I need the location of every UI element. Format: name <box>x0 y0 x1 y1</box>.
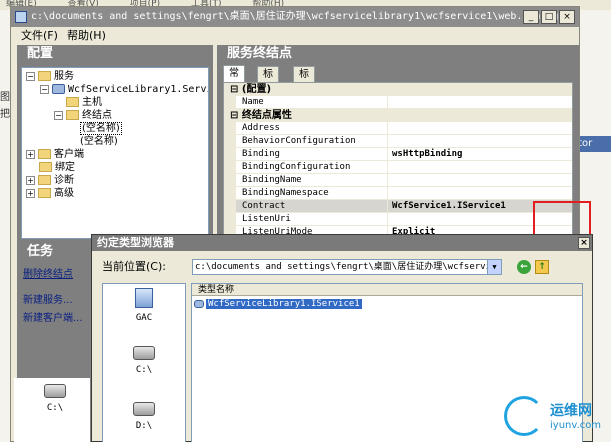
grid-row-behavior[interactable]: BehaviorConfiguration <box>224 135 572 148</box>
app-icon <box>15 11 27 23</box>
endpoint-pane-title: 服务终结点 <box>217 45 579 63</box>
chevron-down-icon[interactable]: ▼ <box>487 260 501 274</box>
folder-icon <box>66 97 79 107</box>
config-pane: 配置 −服务 −WcfServiceLibrary1.Service1 主机 −… <box>17 45 213 243</box>
service-icon <box>52 84 65 94</box>
places-bar: GAC C:\ D:\ <box>102 283 186 442</box>
grid-row-name[interactable]: Name <box>224 96 572 109</box>
bg-left-char: 把 <box>0 109 10 120</box>
collapse-icon[interactable]: ⊟ <box>230 84 242 95</box>
location-label: 当前位置(C): <box>102 260 166 273</box>
gac-icon <box>135 288 153 308</box>
grid-row-contract[interactable]: Contract WcfService1.IService1 <box>224 200 572 213</box>
contract-value: WcfService1.IService1 <box>392 201 506 211</box>
grid-row-listen-uri[interactable]: ListenUri <box>224 213 572 226</box>
new-service-link[interactable]: 新建服务... <box>23 291 73 306</box>
interface-icon <box>194 299 204 308</box>
dialog-title: 约定类型浏览器 <box>97 236 174 249</box>
folder-icon <box>66 110 79 120</box>
maximize-button[interactable]: □ <box>541 10 557 24</box>
back-arrow-icon[interactable]: ← <box>517 260 531 274</box>
logo-ring-icon <box>504 396 544 436</box>
background-drive-c[interactable]: C:\ <box>14 378 96 413</box>
grid-category-config[interactable]: ⊟ (配置) <box>224 83 572 96</box>
config-pane-title: 配置 <box>17 45 213 63</box>
up-folder-icon[interactable]: ↑ <box>535 260 549 274</box>
place-drive-c[interactable]: C:\ <box>103 346 185 375</box>
watermark-url: iyunv.com <box>550 420 602 431</box>
binding-value: wsHttpBinding <box>392 149 463 159</box>
background-drive-panel: C:\ <box>14 378 90 442</box>
close-button[interactable]: × <box>559 10 575 24</box>
tree-node-service[interactable]: −WcfServiceLibrary1.Service1 <box>40 83 208 96</box>
config-tree: −服务 −WcfServiceLibrary1.Service1 主机 −终结点… <box>21 67 209 239</box>
tree-node-endpoint-selected[interactable]: (空名称) <box>80 122 122 135</box>
folder-icon <box>38 175 51 185</box>
folder-icon <box>38 71 51 81</box>
grid-row-address[interactable]: Address <box>224 122 572 135</box>
drive-icon <box>44 384 66 398</box>
watermark-logo: 运维网 iyunv.com <box>500 394 608 440</box>
tree-node-bindings[interactable]: 绑定 <box>39 161 75 174</box>
collapse-icon[interactable]: − <box>26 71 35 81</box>
type-list-item[interactable]: WcfServiceLibrary1.IService1 <box>194 298 362 310</box>
place-gac[interactable]: GAC <box>103 288 185 323</box>
tree-node-endpoints[interactable]: − 终结点 <box>54 109 112 122</box>
expand-icon[interactable]: + <box>26 149 35 159</box>
expand-icon[interactable]: + <box>26 175 35 185</box>
folder-icon <box>38 188 51 198</box>
tree-node-endpoint[interactable]: (空名称) <box>80 135 118 148</box>
delete-endpoint-link[interactable]: 删除终结点 <box>23 265 73 280</box>
endpoint-pane: 服务终结点 常规 标识 标头 ⊟ (配置) Name ⊟ 终结点属性 Addre… <box>217 45 579 245</box>
menu-help[interactable]: 帮助(H) <box>67 27 106 45</box>
collapse-icon[interactable]: ⊟ <box>230 110 242 121</box>
location-combobox[interactable]: c:\documents and settings\fengrt\桌面\居住证办… <box>192 259 502 275</box>
dialog-close-icon[interactable]: × <box>578 237 590 249</box>
property-grid: ⊟ (配置) Name ⊟ 终结点属性 Address BehaviorConf… <box>223 82 573 242</box>
place-drive-d[interactable]: D:\ <box>103 402 185 431</box>
tab-general[interactable]: 常规 <box>223 65 245 94</box>
menu-file[interactable]: 文件(F) <box>21 27 58 45</box>
watermark-name: 运维网 <box>550 403 592 419</box>
location-value: c:\documents and settings\fengrt\桌面\居住证办… <box>195 262 502 272</box>
window-titlebar[interactable]: c:\documents and settings\fengrt\桌面\居住证办… <box>11 7 579 27</box>
grid-row-binding-namespace[interactable]: BindingNamespace <box>224 187 572 200</box>
grid-category-endpoint-props[interactable]: ⊟ 终结点属性 <box>224 109 572 122</box>
tree-node-diagnostics[interactable]: + 诊断 <box>26 174 74 187</box>
collapse-icon[interactable]: − <box>54 110 63 120</box>
bg-left-char: 图 <box>0 92 10 103</box>
grid-row-binding[interactable]: Binding wsHttpBinding <box>224 148 572 161</box>
dialog-titlebar[interactable]: 约定类型浏览器 × <box>92 235 592 251</box>
grid-row-binding-config[interactable]: BindingConfiguration <box>224 161 572 174</box>
annotation-highlight-box <box>533 201 591 238</box>
folder-icon <box>39 162 52 172</box>
tree-node-services[interactable]: − 服务 <box>26 70 74 83</box>
new-client-link[interactable]: 新建客户端... <box>23 309 83 324</box>
tree-node-host[interactable]: 主机 <box>66 96 102 109</box>
collapse-icon[interactable]: − <box>40 84 49 94</box>
tree-node-client[interactable]: + 客户端 <box>26 148 84 161</box>
minimize-button[interactable]: _ <box>523 10 539 24</box>
expand-icon[interactable]: + <box>26 188 35 198</box>
folder-icon <box>38 149 51 159</box>
tab-headers[interactable]: 标头 <box>293 66 315 95</box>
drive-icon <box>133 402 155 416</box>
grid-row-binding-name[interactable]: BindingName <box>224 174 572 187</box>
drive-icon <box>133 346 155 360</box>
tree-node-advanced[interactable]: + 高级 <box>26 187 74 200</box>
tab-identity[interactable]: 标识 <box>257 66 279 95</box>
window-title: c:\documents and settings\fengrt\桌面\居住证办… <box>31 11 559 22</box>
column-header-type-name[interactable]: 类型名称 <box>192 284 582 296</box>
window-menubar: 文件(F) 帮助(H) <box>11 27 579 45</box>
